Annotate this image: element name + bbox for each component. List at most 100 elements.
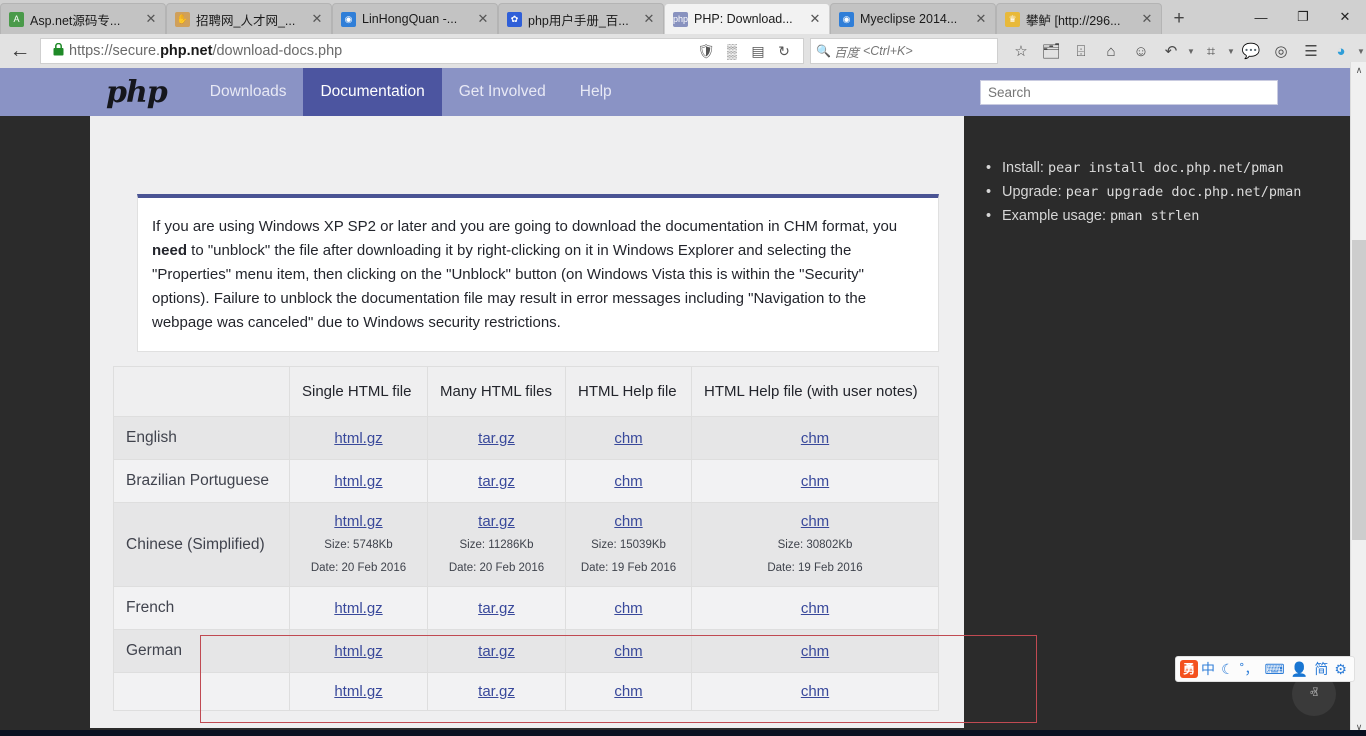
globe-icon[interactable]: ◎	[1266, 42, 1296, 60]
undo-dropdown-caret-icon[interactable]: ▼	[1186, 47, 1196, 56]
star-icon[interactable]: ☆	[1006, 42, 1036, 60]
crop-icon[interactable]: ⌗	[1196, 43, 1226, 60]
hand-icon: ✋	[175, 11, 190, 27]
tab-close-icon[interactable]: ✕	[309, 11, 325, 27]
settings-gear-icon[interactable]: ⚙	[1331, 661, 1350, 678]
browser-tab-0[interactable]: A Asp.net源码专... ✕	[0, 3, 166, 34]
minimize-button[interactable]: —	[1240, 10, 1282, 25]
download-link[interactable]: chm	[614, 683, 642, 700]
tab-close-icon[interactable]: ✕	[973, 11, 989, 27]
nav-item-get-involved[interactable]: Get Involved	[442, 68, 563, 116]
download-link[interactable]: chm	[614, 430, 642, 447]
back-button[interactable]: ←	[0, 39, 40, 63]
counter-icon[interactable]: ⌹	[1066, 43, 1096, 60]
user-icon[interactable]: 👤	[1288, 661, 1312, 678]
php-search-wrap	[980, 68, 1278, 116]
close-window-button[interactable]: ✕	[1324, 9, 1366, 25]
download-link[interactable]: html.gz	[334, 683, 382, 700]
download-cell: tar.gz	[427, 459, 566, 503]
download-cell: html.gz	[289, 459, 428, 503]
ime-toolbar[interactable]: 勇中 ☾ ˚， ⌨ 👤 简 ⚙	[1175, 656, 1355, 682]
punctuation-icon[interactable]: ˚，	[1237, 659, 1262, 679]
browser-tab-3[interactable]: ✿ php用户手册_百... ✕	[498, 3, 664, 34]
lock-icon	[47, 42, 69, 59]
documentation-downloads-table: Single HTML file Many HTML files HTML He…	[113, 366, 939, 711]
download-link[interactable]: chm	[801, 643, 829, 660]
home-icon[interactable]: ⌂	[1096, 43, 1126, 60]
download-link[interactable]: html.gz	[334, 473, 382, 490]
tab-close-icon[interactable]: ✕	[475, 11, 491, 27]
reload-icon[interactable]: ↻	[771, 43, 797, 60]
scroll-up-arrow-icon[interactable]: ∧	[1351, 62, 1366, 79]
col-header-many-html: Many HTML files	[427, 366, 566, 417]
os-taskbar	[0, 730, 1366, 736]
tab-close-icon[interactable]: ✕	[1139, 11, 1155, 27]
moon-icon[interactable]: ☾	[1218, 661, 1237, 678]
row-language-label: Brazilian Portuguese	[113, 459, 290, 503]
keyboard-icon[interactable]: ⌨	[1261, 661, 1287, 678]
address-bar[interactable]: https://secure.php.net/download-docs.php…	[40, 38, 804, 64]
browser-tab-2[interactable]: ◉ LinHongQuan -... ✕	[332, 3, 498, 34]
download-link[interactable]: tar.gz	[478, 683, 515, 700]
download-link[interactable]: chm	[801, 683, 829, 700]
row-language-label: German	[113, 629, 290, 673]
reader-icon[interactable]: ▤	[745, 43, 771, 60]
download-link[interactable]: html.gz	[334, 513, 382, 530]
download-link[interactable]: chm	[614, 473, 642, 490]
scrollbar-thumb[interactable]	[1352, 240, 1366, 540]
browser-tab-6[interactable]: ♛ 攀鲈 [http://296... ✕	[996, 3, 1162, 34]
chinese-mode-icon[interactable]: 中	[1198, 659, 1218, 679]
nav-item-documentation[interactable]: Documentation	[303, 68, 442, 116]
download-cell: tar.gz	[427, 672, 566, 711]
new-tab-button[interactable]: +	[1162, 3, 1196, 34]
tab-close-icon[interactable]: ✕	[807, 11, 823, 27]
download-cell: html.gz	[289, 586, 428, 630]
download-link[interactable]: tar.gz	[478, 430, 515, 447]
simplified-icon[interactable]: 简	[1311, 659, 1331, 679]
nav-item-help[interactable]: Help	[563, 68, 629, 116]
download-link[interactable]: tar.gz	[478, 643, 515, 660]
download-link[interactable]: tar.gz	[478, 600, 515, 617]
download-link[interactable]: html.gz	[334, 643, 382, 660]
menu-icon[interactable]: ☰	[1296, 42, 1326, 60]
nav-item-downloads[interactable]: Downloads	[193, 68, 304, 116]
smiley-icon[interactable]: ☺	[1126, 43, 1156, 60]
table-row: Chinese (Simplified) html.gz Size: 5748Kb D…	[113, 502, 939, 587]
qrcode-icon[interactable]: ▒	[719, 43, 745, 59]
php-site-nav: php Downloads Documentation Get Involved…	[0, 68, 1350, 116]
sogou-logo-icon[interactable]: 勇	[1180, 660, 1198, 678]
download-cell: html.gz Size: 5748Kb Date: 20 Feb 2016	[289, 502, 428, 587]
download-link[interactable]: html.gz	[334, 430, 382, 447]
download-link[interactable]: html.gz	[334, 600, 382, 617]
tab-close-icon[interactable]: ✕	[143, 11, 159, 27]
comment-icon[interactable]: 💬	[1236, 42, 1266, 60]
download-link[interactable]: chm	[801, 430, 829, 447]
php-logo[interactable]: php	[90, 75, 193, 110]
browser-tab-4[interactable]: php PHP: Download... ✕	[664, 3, 830, 34]
download-link[interactable]: chm	[614, 600, 642, 617]
clipboard-icon[interactable]: 🗂	[1036, 42, 1066, 60]
download-link[interactable]: chm	[801, 600, 829, 617]
php-search-input[interactable]	[980, 79, 1278, 105]
browser-tab-1[interactable]: ✋ 招聘网_人才网_... ✕	[166, 3, 332, 34]
download-link[interactable]: chm	[614, 513, 642, 530]
download-cell: tar.gz Size: 11286Kb Date: 20 Feb 2016	[427, 502, 566, 587]
browser-search-box[interactable]: 🔍 百度 <Ctrl+K>	[810, 38, 998, 64]
undo-icon[interactable]: ↶	[1156, 42, 1186, 60]
browser-tab-title: Myeclipse 2014...	[860, 12, 958, 26]
download-link[interactable]: tar.gz	[478, 473, 515, 490]
download-link[interactable]: tar.gz	[478, 513, 515, 530]
window-scrollbar[interactable]: ∧ ∨	[1350, 62, 1366, 736]
droplet-dropdown-caret-icon[interactable]: ▼	[1356, 47, 1366, 56]
crop-dropdown-caret-icon[interactable]: ▼	[1226, 47, 1236, 56]
shield-icon[interactable]: 🛡	[693, 43, 719, 60]
maximize-button[interactable]: ❐	[1282, 9, 1324, 25]
browser-tab-5[interactable]: ◉ Myeclipse 2014... ✕	[830, 3, 996, 34]
download-link[interactable]: chm	[801, 473, 829, 490]
download-link[interactable]: chm	[801, 513, 829, 530]
table-header-row: Single HTML file Many HTML files HTML He…	[113, 366, 939, 417]
download-link[interactable]: chm	[614, 643, 642, 660]
table-row: html.gz tar.gz chm chm	[113, 672, 939, 711]
tab-close-icon[interactable]: ✕	[641, 11, 657, 27]
droplet-icon[interactable]: ◕	[1326, 43, 1356, 60]
